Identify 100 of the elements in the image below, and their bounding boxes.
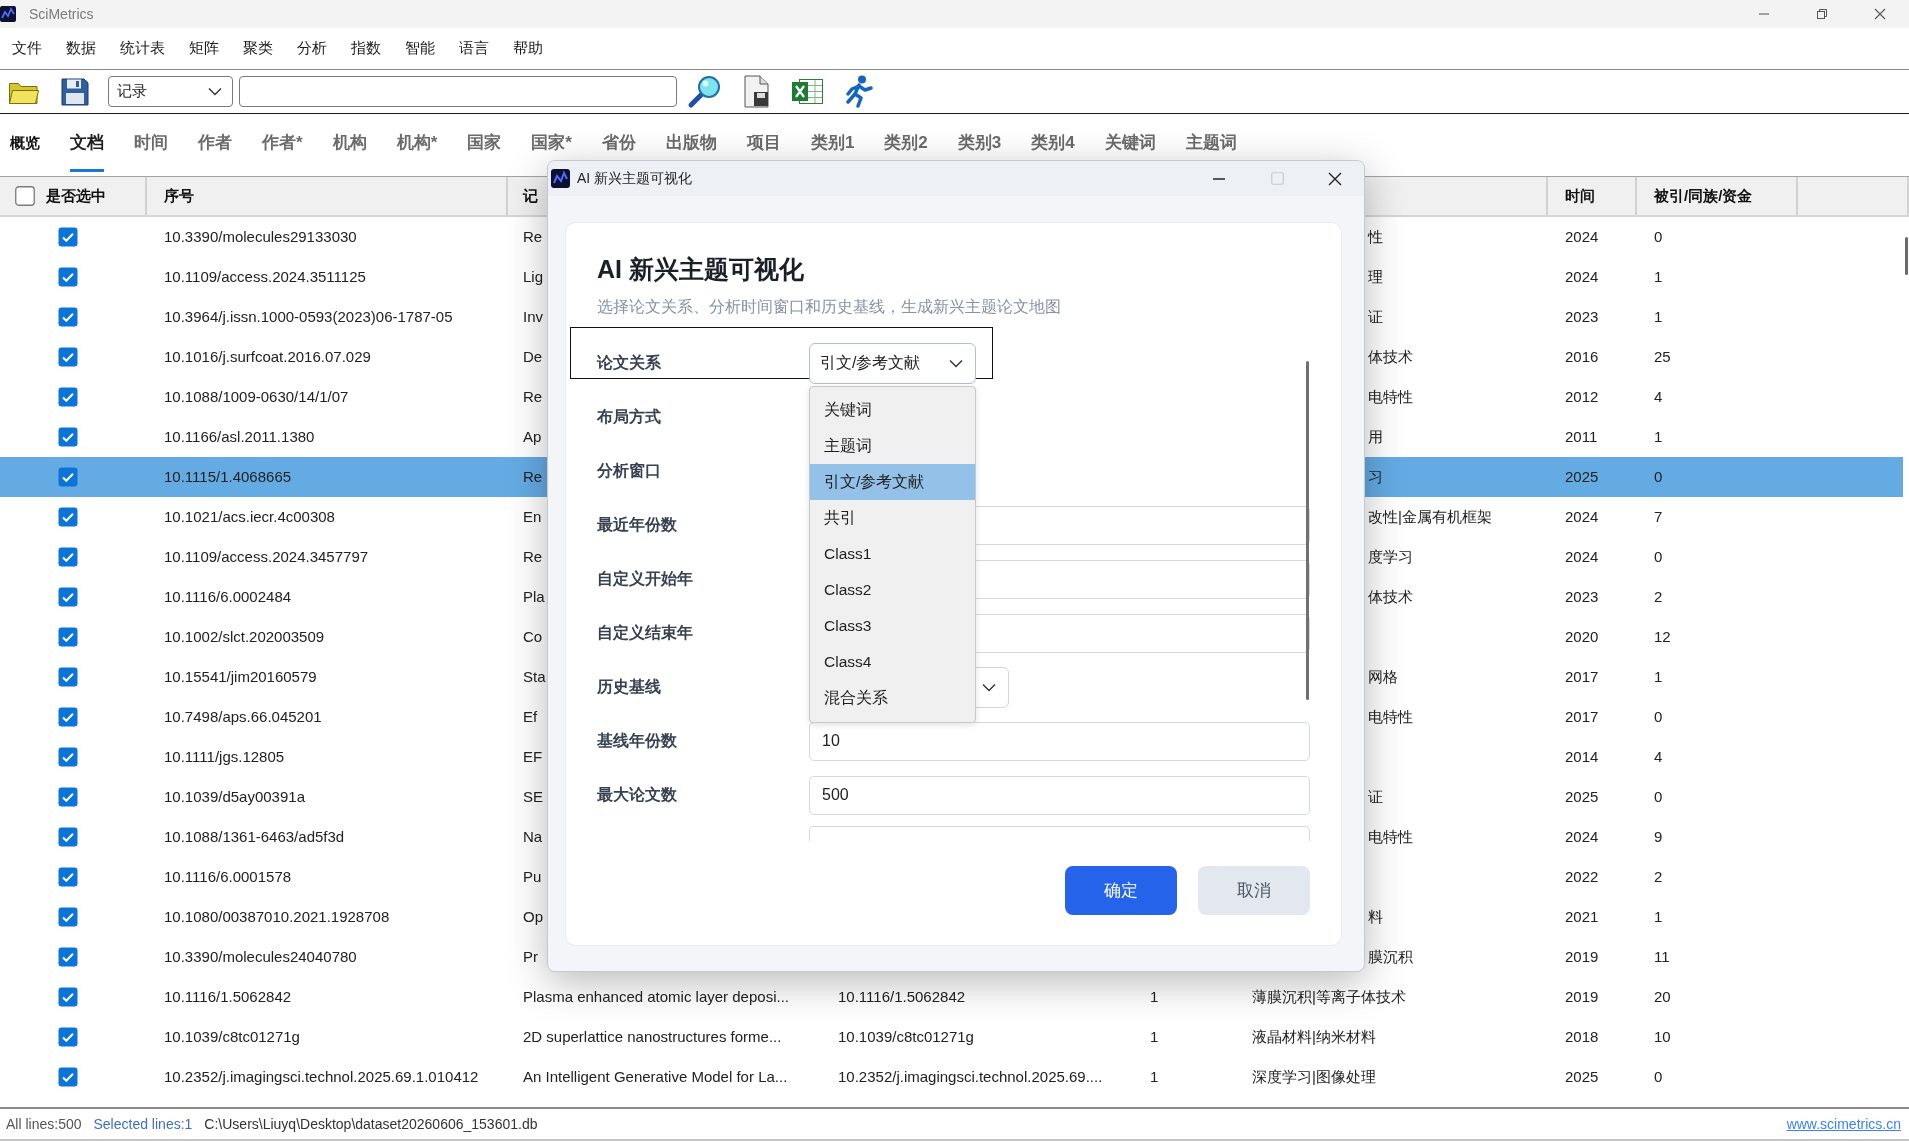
table-row[interactable]: 性 2024 0 bbox=[1365, 217, 1903, 257]
checkbox[interactable] bbox=[58, 947, 78, 967]
table-row[interactable]: 10.1116/6.0002484 Pla bbox=[0, 577, 547, 617]
table-row[interactable]: 证 2025 0 bbox=[1365, 777, 1903, 817]
table-row[interactable]: 10.1039/c8tc01271g 2D superlattice nanostructures forme... 10.1039/c8tc01271g 1 液晶材料|纳米材料 2018 10 bbox=[0, 1017, 1903, 1057]
table-row[interactable]: 理 2024 1 bbox=[1365, 257, 1903, 297]
dropdown-option[interactable]: 共引 bbox=[810, 499, 975, 536]
checkbox[interactable] bbox=[58, 1027, 78, 1047]
tab[interactable]: 作者* bbox=[262, 114, 303, 172]
close-icon[interactable] bbox=[1328, 171, 1342, 186]
tab[interactable]: 主题词 bbox=[1185, 114, 1237, 172]
checkbox[interactable] bbox=[58, 627, 78, 647]
table-row[interactable]: 电特性 2017 0 bbox=[1365, 697, 1903, 737]
table-row[interactable]: 10.1116/6.0001578 Pu bbox=[0, 857, 547, 897]
table-row[interactable]: 10.15541/jim20160579 Sta bbox=[0, 657, 547, 697]
table-row[interactable]: 10.1088/1361-6463/ad5f3d Na bbox=[0, 817, 547, 857]
menu-item[interactable]: 指数 bbox=[351, 37, 381, 60]
table-row[interactable]: 电特性 2012 4 bbox=[1365, 377, 1903, 417]
checkbox[interactable] bbox=[58, 387, 78, 407]
dropdown-option[interactable]: Class1 bbox=[810, 535, 975, 572]
checkbox[interactable] bbox=[58, 987, 78, 1007]
column-header[interactable]: 被引/同族/资金 bbox=[1654, 184, 1753, 208]
tab[interactable]: 类别1 bbox=[810, 114, 855, 172]
tab[interactable]: 类别2 bbox=[884, 114, 928, 172]
menu-item[interactable]: 分析 bbox=[297, 37, 327, 60]
table-row[interactable]: 10.3390/molecules24040780 Pr bbox=[0, 937, 547, 977]
tab[interactable]: 国家 bbox=[467, 114, 502, 172]
menu-item[interactable]: 数据 bbox=[66, 37, 96, 60]
checkbox[interactable] bbox=[58, 707, 78, 727]
table-row[interactable]: 料 2021 1 bbox=[1365, 897, 1903, 937]
table-row[interactable]: 10.1016/j.surfcoat.2016.07.029 De bbox=[0, 337, 547, 377]
table-row[interactable]: 10.1115/1.4068665 Re bbox=[0, 457, 547, 497]
menu-item[interactable]: 帮助 bbox=[513, 37, 543, 60]
tab[interactable]: 作者 bbox=[198, 114, 232, 172]
table-row[interactable]: 10.1111/jgs.12805 EF bbox=[0, 737, 547, 777]
table-row[interactable]: 用 2011 1 bbox=[1365, 417, 1903, 457]
checkbox[interactable] bbox=[58, 747, 78, 767]
dropdown-option[interactable]: Class3 bbox=[810, 607, 975, 644]
search-field[interactable] bbox=[239, 76, 677, 107]
tab[interactable]: 类别3 bbox=[957, 114, 1002, 172]
confirm-button[interactable]: 确定 bbox=[1065, 866, 1177, 915]
menu-item[interactable]: 聚类 bbox=[243, 37, 273, 60]
checkbox[interactable] bbox=[58, 307, 78, 327]
scrollbar-thumb[interactable] bbox=[1306, 361, 1309, 700]
tab[interactable]: 机构* bbox=[396, 114, 438, 172]
table-row[interactable]: 网格 2017 1 bbox=[1365, 657, 1903, 697]
dropdown-option[interactable]: 混合关系 bbox=[810, 679, 975, 716]
table-row[interactable]: 10.7498/aps.66.045201 Ef bbox=[0, 697, 547, 737]
column-header[interactable]: 时间 bbox=[1565, 184, 1595, 208]
magnifier-icon[interactable] bbox=[687, 74, 722, 109]
table-row[interactable]: 2022 2 bbox=[1365, 857, 1903, 897]
checkbox[interactable] bbox=[58, 907, 78, 927]
table-row[interactable]: 10.1021/acs.iecr.4c00308 En bbox=[0, 497, 547, 537]
dropdown-option[interactable]: 引文/参考文献 bbox=[810, 463, 975, 500]
table-row[interactable]: 10.1109/access.2024.3511125 Lig bbox=[0, 257, 547, 297]
table-row[interactable]: 10.3390/molecules29133030 Re bbox=[0, 217, 547, 257]
tab[interactable]: 国家* bbox=[531, 114, 572, 172]
tab[interactable]: 时间 bbox=[134, 114, 168, 172]
table-row[interactable]: 体技术 2023 2 bbox=[1365, 577, 1903, 617]
checkbox[interactable] bbox=[58, 787, 78, 807]
checkbox[interactable] bbox=[58, 227, 78, 247]
website-link[interactable]: www.scimetrics.cn bbox=[1786, 1113, 1901, 1135]
input-field[interactable] bbox=[809, 826, 1310, 841]
checkbox[interactable] bbox=[58, 547, 78, 567]
menu-item[interactable]: 统计表 bbox=[120, 37, 165, 60]
tab[interactable]: 机构 bbox=[332, 114, 367, 172]
table-row[interactable]: 10.1088/1009-0630/14/1/07 Re bbox=[0, 377, 547, 417]
table-row[interactable]: 10.1080/00387010.2021.1928708 Op bbox=[0, 897, 547, 937]
checkbox[interactable] bbox=[58, 347, 78, 367]
restore-icon[interactable] bbox=[1816, 8, 1828, 20]
checkbox[interactable] bbox=[15, 186, 35, 206]
tab[interactable]: 项目 bbox=[746, 114, 781, 172]
menu-item[interactable]: 智能 bbox=[405, 37, 435, 60]
checkbox[interactable] bbox=[58, 867, 78, 887]
checkbox[interactable] bbox=[58, 467, 78, 487]
document-floppy-icon[interactable] bbox=[742, 75, 771, 108]
tab[interactable]: 出版物 bbox=[665, 114, 717, 172]
table-row[interactable]: 10.3964/j.issn.1000-0593(2023)06-1787-05 Inv bbox=[0, 297, 547, 337]
table-row[interactable]: 2020 12 bbox=[1365, 617, 1903, 657]
dropdown-option[interactable]: 主题词 bbox=[810, 427, 975, 464]
table-row[interactable]: 10.2352/j.imagingsci.technol.2025.69.1.010412 An Intelligent Generative Model for La... 10.2352/j.imagingsci.technol.2025.69.... 1 深度学习|图像处理 2025 0 bbox=[0, 1057, 1903, 1097]
input-field[interactable]: 500 bbox=[809, 775, 1310, 815]
table-row[interactable]: 习 2025 0 bbox=[1365, 457, 1903, 497]
running-figure-icon[interactable] bbox=[844, 75, 873, 108]
column-header[interactable]: 记 bbox=[523, 184, 538, 208]
checkbox[interactable] bbox=[58, 827, 78, 847]
spreadsheet-icon[interactable] bbox=[791, 77, 824, 106]
scrollbar-thumb[interactable] bbox=[1905, 237, 1908, 275]
table-row[interactable]: 10.1166/asl.2011.1380 Ap bbox=[0, 417, 547, 457]
dropdown-option[interactable]: 关键词 bbox=[810, 391, 975, 428]
checkbox[interactable] bbox=[58, 427, 78, 447]
column-header[interactable]: 序号 bbox=[164, 184, 194, 208]
table-row[interactable]: 10.1109/access.2024.3457797 Re bbox=[0, 537, 547, 577]
input-field[interactable]: 10 bbox=[809, 721, 1310, 761]
tab[interactable]: 类别4 bbox=[1031, 114, 1075, 172]
tab[interactable]: 关键词 bbox=[1104, 114, 1156, 172]
table-row[interactable]: 改性|金属有机框架 2024 7 bbox=[1365, 497, 1903, 537]
dropdown-option[interactable]: Class4 bbox=[810, 643, 975, 680]
tab[interactable]: 概览 bbox=[10, 114, 40, 172]
table-row[interactable]: 10.1116/1.5062842 Plasma enhanced atomic layer deposi... 10.1116/1.5062842 1 薄膜沉积|等离子体技术 2019 20 bbox=[0, 977, 1903, 1017]
